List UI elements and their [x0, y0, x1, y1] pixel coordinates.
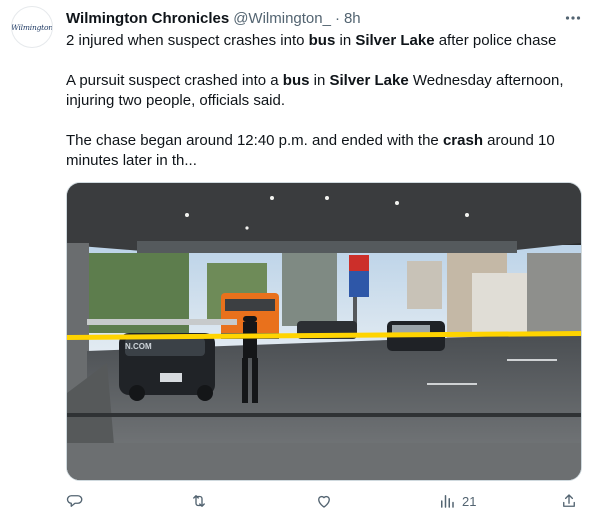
highlighted-keyword: crash — [442, 132, 483, 149]
heart-icon — [318, 495, 330, 508]
more-icon — [565, 16, 581, 20]
text-segment: in — [309, 72, 330, 89]
tweet-media-image[interactable]: N.COM — [66, 182, 582, 481]
share-button[interactable] — [560, 490, 578, 512]
timestamp[interactable]: 8h — [344, 10, 361, 27]
like-button[interactable] — [315, 490, 333, 512]
tweet-header: Wilmington Chronicles @Wilmington_ · 8h — [66, 8, 587, 28]
retweet-icon — [193, 495, 205, 507]
highlighted-keyword: Silver Lake — [355, 32, 435, 49]
tweet-paragraph-one: A pursuit suspect crashed into a bus in … — [66, 71, 586, 111]
views-icon — [441, 495, 454, 508]
account-name[interactable]: Wilmington Chronicles — [66, 10, 229, 27]
separator-dot: · — [334, 9, 340, 27]
views-count: 21 — [462, 493, 477, 509]
highlighted-keyword: bus — [282, 72, 310, 89]
reply-icon — [66, 495, 83, 507]
reply-button[interactable] — [66, 490, 84, 512]
avatar-logo: Wilmington — [11, 22, 53, 32]
tweet-card[interactable]: Wilmington Wilmington Chronicles @Wilmin… — [0, 0, 597, 527]
crash-scene-photo: N.COM — [67, 183, 581, 480]
car-watermark: N.COM — [125, 342, 152, 351]
share-icon — [563, 494, 575, 507]
text-segment: A pursuit suspect crashed into a — [66, 72, 283, 89]
more-options-button[interactable] — [563, 8, 583, 28]
highlighted-keyword: Silver Lake — [329, 72, 409, 89]
tweet-headline: 2 injured when suspect crashes into bus … — [66, 31, 586, 51]
text-segment: 2 injured when suspect crashes into — [66, 32, 309, 49]
tweet-paragraph-two: The chase began around 12:40 p.m. and en… — [66, 131, 586, 171]
text-segment: in — [335, 32, 356, 49]
text-segment: after police chase — [434, 32, 557, 49]
avatar[interactable]: Wilmington — [11, 6, 53, 48]
views-button[interactable]: 21 — [438, 490, 476, 512]
retweet-button[interactable] — [190, 490, 208, 512]
account-handle[interactable]: @Wilmington_ — [233, 10, 331, 27]
highlighted-keyword: bus — [308, 32, 336, 49]
text-segment: The chase began around 12:40 p.m. and en… — [66, 132, 443, 149]
tweet-actions-bar: 21 — [60, 490, 590, 512]
tweet-text: 2 injured when suspect crashes into bus … — [66, 31, 586, 191]
